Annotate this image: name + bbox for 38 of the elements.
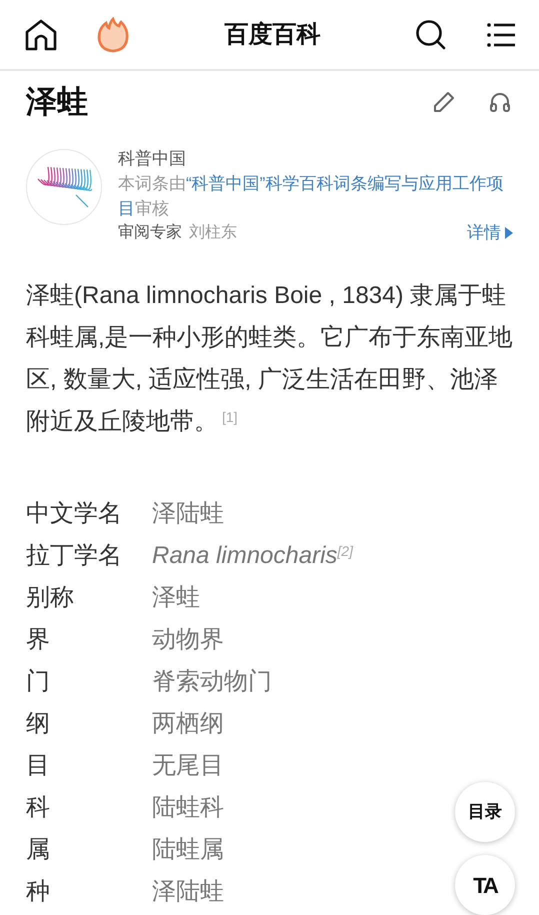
headphones-icon[interactable] bbox=[489, 91, 511, 113]
field-value: 无尾目 bbox=[152, 751, 224, 781]
wave-logo bbox=[38, 166, 92, 208]
field-value: 泽蛙 bbox=[152, 583, 200, 613]
field-value: 动物界 bbox=[152, 625, 224, 655]
field-value: 陆蛙属 bbox=[152, 835, 224, 865]
field-label: 科 bbox=[26, 793, 51, 823]
field-value: Rana limnocharis$^{[2]}$ bbox=[152, 541, 353, 571]
source-name: 科普中国 bbox=[118, 148, 187, 170]
pencil-icon[interactable] bbox=[433, 91, 455, 113]
field-value: 泽陆蛙 bbox=[152, 499, 224, 529]
field-label: 纲 bbox=[26, 709, 51, 739]
field-label: 属 bbox=[26, 835, 51, 865]
field-label: 门 bbox=[26, 667, 51, 697]
summary-paragraph: 泽蛙(Rana limnocharis Boie , 1834) 隶属于蛙科蛙属,是一种小形的蛙类。它广布于东南亚地区, 数量大, 适应性强, 广泛生活在田野、池泽附近及丘陵地带。$^{[1]}$ bbox=[26, 281, 513, 437]
field-label: 界 bbox=[26, 625, 51, 655]
home-icon[interactable] bbox=[24, 18, 58, 50]
ta-button[interactable]: TA bbox=[455, 855, 515, 915]
menu-icon[interactable] bbox=[487, 22, 515, 48]
source-description: 本词条由“科普中国”科学百科词条编写与应用工作项目 审核 bbox=[118, 173, 504, 220]
field-label: 别称 bbox=[26, 583, 75, 613]
field-value: 泽陆蛙 bbox=[152, 877, 224, 907]
article-title: 泽蛙 bbox=[26, 82, 89, 121]
search-icon[interactable] bbox=[415, 18, 447, 50]
field-value: 两栖纲 bbox=[152, 709, 224, 739]
contents-button[interactable]: 目录 bbox=[455, 782, 515, 842]
app-title: 百度百科 bbox=[224, 20, 320, 50]
field-value: 陆蛙科 bbox=[152, 793, 224, 823]
field-value: 脊索动物门 bbox=[152, 667, 272, 697]
reviewer-label: 审阅专家 bbox=[118, 222, 182, 243]
field-label: 目 bbox=[26, 751, 51, 781]
flame-icon[interactable] bbox=[96, 16, 130, 52]
triangle-icon bbox=[505, 227, 513, 239]
field-label: 种 bbox=[26, 877, 51, 907]
reviewer-name: 刘柱东 bbox=[189, 222, 237, 243]
details-link[interactable]: 详情 bbox=[467, 221, 513, 245]
field-label: 拉丁学名 bbox=[26, 541, 123, 571]
field-label: 中文学名 bbox=[26, 499, 123, 529]
